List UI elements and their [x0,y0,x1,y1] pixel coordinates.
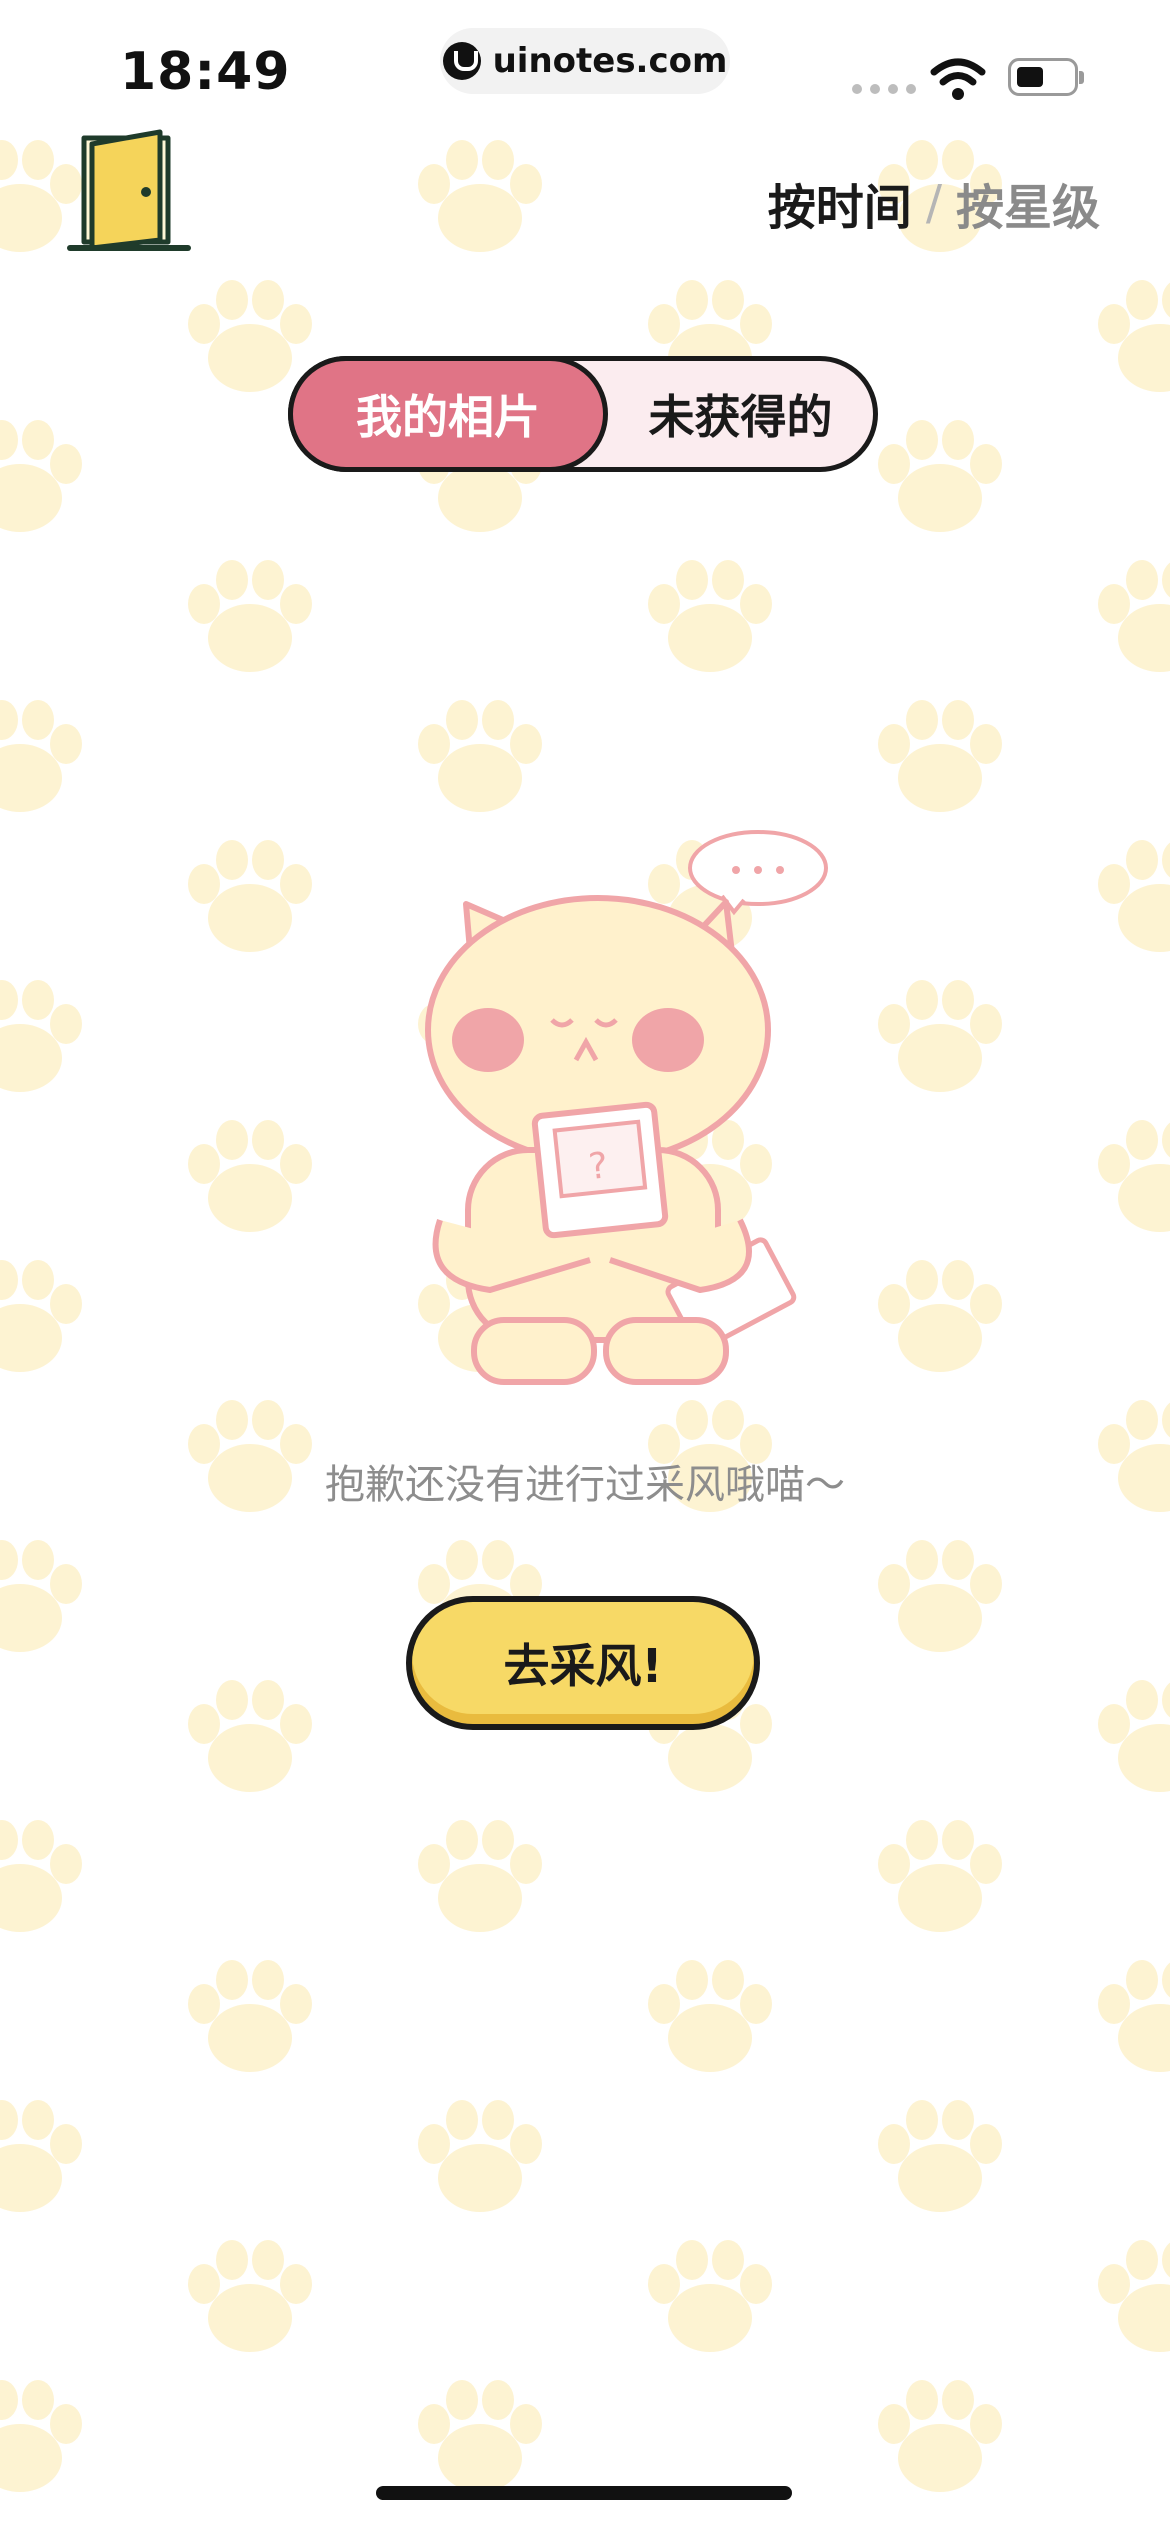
status-time: 18:49 [120,42,291,102]
tab-not-obtained[interactable]: 未获得的 [608,361,873,467]
photo-tabs: 我的相片 未获得的 [288,356,878,472]
battery-icon [1008,58,1084,96]
url-pill[interactable]: uinotes.com [440,28,730,94]
sort-separator: / [925,175,942,231]
door-icon[interactable] [64,126,194,256]
sort-by-time[interactable]: 按时间 [768,168,912,238]
sort-options: 按时间 / 按星级 [768,168,1100,238]
sort-by-star[interactable]: 按星级 [956,168,1100,238]
empty-state-message: 抱歉还没有进行过采风哦喵～ [325,1462,845,1508]
site-logo-icon [442,42,481,80]
wifi-icon [930,58,986,100]
signal-icon [852,84,916,94]
url-text: uinotes.com [492,41,728,81]
tab-my-photos[interactable]: 我的相片 [288,356,608,472]
cat-with-photo-illustration: ? [425,830,828,1385]
go-collect-button[interactable]: 去采风! [406,1596,760,1730]
home-indicator[interactable] [376,2486,792,2500]
